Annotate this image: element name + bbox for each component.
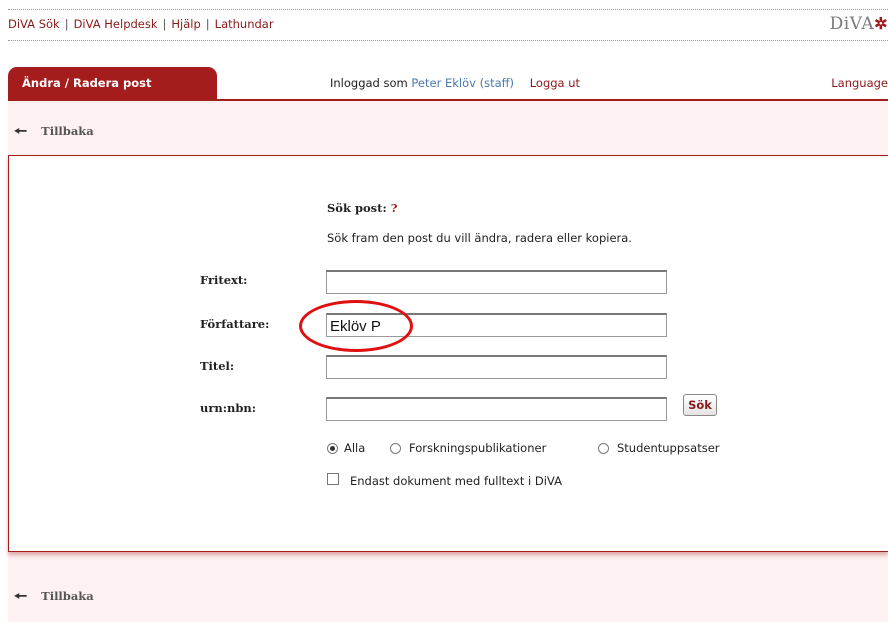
help-link[interactable]: ? bbox=[391, 201, 398, 215]
back-link-bottom[interactable]: 🠔 Tillbaka bbox=[14, 585, 94, 610]
search-form-title: Sök post:? bbox=[327, 201, 398, 215]
top-links-bar: DiVA Sök | DiVA Helpdesk | Hjälp | Lathundar D… bbox=[0, 0, 888, 42]
logo-star-icon: ✲ bbox=[874, 14, 888, 33]
radio-forskningspublikationer[interactable] bbox=[390, 443, 401, 454]
search-button[interactable]: Sök bbox=[683, 394, 717, 416]
top-link-diva-sok[interactable]: DiVA Sök bbox=[8, 17, 60, 31]
top-links: DiVA Sök | DiVA Helpdesk | Hjälp | Lathundar bbox=[8, 17, 274, 31]
fulltext-checkbox[interactable] bbox=[327, 473, 339, 485]
fritext-input[interactable] bbox=[326, 270, 667, 294]
titel-input[interactable] bbox=[326, 355, 667, 379]
top-divider bbox=[8, 9, 888, 10]
logged-in-info: Inloggad som Peter Eklöv (staff) Logga u… bbox=[330, 76, 580, 90]
search-form-panel bbox=[8, 155, 888, 552]
radio-alla[interactable] bbox=[327, 443, 338, 454]
diva-logo[interactable]: DiVA✲ bbox=[830, 14, 888, 34]
back-link-label: Tillbaka bbox=[41, 124, 94, 138]
fulltext-checkbox-label: Endast dokument med fulltext i DiVA bbox=[350, 474, 562, 488]
top-link-hjalp[interactable]: Hjälp bbox=[171, 17, 200, 31]
tab-edit-delete-record[interactable]: Ändra / Radera post bbox=[8, 67, 217, 100]
logged-in-prefix: Inloggad som bbox=[330, 76, 408, 90]
forfattare-label: Författare: bbox=[200, 317, 270, 331]
back-link-top[interactable]: 🠔 Tillbaka bbox=[14, 120, 94, 145]
logout-link[interactable]: Logga ut bbox=[530, 76, 580, 90]
back-arrow-icon: 🠔 bbox=[14, 122, 28, 140]
urn-input[interactable] bbox=[326, 397, 667, 421]
top-link-helpdesk[interactable]: DiVA Helpdesk bbox=[74, 17, 158, 31]
radio-studentuppsatser-label: Studentuppsatser bbox=[617, 441, 720, 455]
top-link-lathundar[interactable]: Lathundar bbox=[215, 17, 274, 31]
radio-alla-label: Alla bbox=[344, 441, 366, 455]
forfattare-input[interactable] bbox=[326, 313, 667, 337]
radio-studentuppsatser[interactable] bbox=[598, 443, 609, 454]
radio-forskningspublikationer-label: Forskningspublikationer bbox=[409, 441, 547, 455]
back-link-label: Tillbaka bbox=[41, 589, 94, 603]
logo-text: DiVA bbox=[829, 14, 875, 34]
titel-label: Titel: bbox=[200, 359, 235, 373]
fritext-label: Fritext: bbox=[200, 273, 248, 287]
user-name[interactable]: Peter Eklöv (staff) bbox=[411, 76, 514, 90]
urn-label: urn:nbn: bbox=[200, 401, 257, 415]
back-arrow-icon: 🠔 bbox=[14, 587, 28, 605]
top-divider-bottom bbox=[8, 40, 888, 41]
search-form-description: Sök fram den post du vill ändra, radera … bbox=[327, 231, 632, 245]
language-link[interactable]: Language bbox=[831, 76, 888, 90]
